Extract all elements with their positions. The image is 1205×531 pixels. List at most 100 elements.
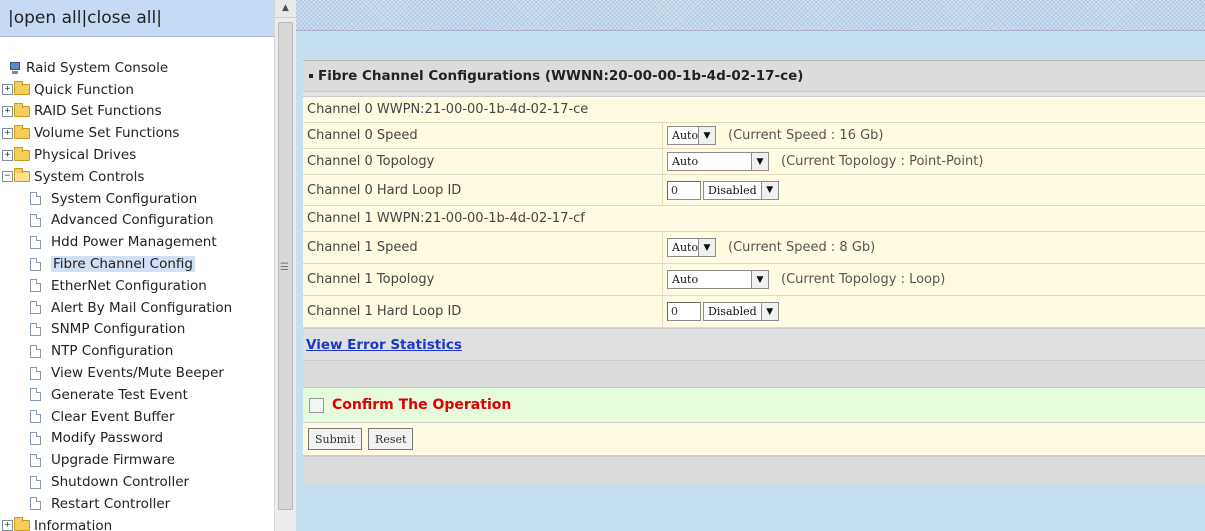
channel-1-topology-row: Channel 1 Topology Auto ▼ (Current Topolo… xyxy=(303,264,1205,296)
page-icon xyxy=(30,475,41,489)
panel-header: Fibre Channel Configurations (WWNN:20-00… xyxy=(303,60,1205,92)
view-error-statistics-link[interactable]: View Error Statistics xyxy=(306,337,462,353)
expand-icon[interactable]: + xyxy=(2,127,13,139)
page-icon xyxy=(30,344,41,358)
tree-item-generate-test-event[interactable]: Generate Test Event xyxy=(0,384,274,406)
channel-0-current-speed: (Current Speed : 16 Gb) xyxy=(728,128,884,143)
collapse-icon[interactable]: − xyxy=(2,171,13,183)
tree-folder-quick-function[interactable]: + Quick Function xyxy=(0,79,274,101)
tree-item-view-events[interactable]: View Events/Mute Beeper xyxy=(0,362,274,384)
channel-1-speed-row: Channel 1 Speed Auto ▼ (Current Speed : 8… xyxy=(303,232,1205,264)
tree-item-label: Hdd Power Management xyxy=(51,234,217,251)
tree-folder-information[interactable]: + Information xyxy=(0,515,274,531)
channel-1-loop-label: Channel 1 Hard Loop ID xyxy=(307,304,462,319)
confirm-checkbox[interactable] xyxy=(309,397,324,413)
tree-item-label: EtherNet Configuration xyxy=(51,277,207,294)
blank-gray-row xyxy=(303,360,1205,387)
channel-1-speed-select[interactable]: Auto ▼ xyxy=(667,238,716,257)
channel-1-current-topology: (Current Topology : Loop) xyxy=(781,272,946,287)
tree-item-shutdown-controller[interactable]: Shutdown Controller xyxy=(0,471,274,493)
tree-item-system-configuration[interactable]: System Configuration xyxy=(0,188,274,210)
tree-item-clear-event-buffer[interactable]: Clear Event Buffer xyxy=(0,406,274,428)
tree-item-alert-by-mail-configuration[interactable]: Alert By Mail Configuration xyxy=(0,297,274,319)
reset-button[interactable]: Reset xyxy=(368,428,414,450)
tree-item-advanced-configuration[interactable]: Advanced Configuration xyxy=(0,210,274,232)
select-value: Disabled xyxy=(708,183,757,197)
dropdown-arrow-icon: ▼ xyxy=(698,127,715,144)
channel-0-wwpn: Channel 0 WWPN:21-00-00-1b-4d-02-17-ce xyxy=(307,102,589,117)
page-icon xyxy=(30,235,41,249)
channel-0-topology-row: Channel 0 Topology Auto ▼ (Current Topolo… xyxy=(303,149,1205,175)
submit-button[interactable]: Submit xyxy=(308,428,363,450)
dropdown-arrow-icon: ▼ xyxy=(698,239,715,256)
folder-icon xyxy=(14,81,30,96)
tree-root-label: Raid System Console xyxy=(26,59,169,76)
tree-folder-label: Volume Set Functions xyxy=(34,125,180,142)
page-icon xyxy=(30,301,41,315)
channel-1-wwpn-row: Channel 1 WWPN:21-00-00-1b-4d-02-17-cf xyxy=(303,206,1205,232)
tree-item-label: NTP Configuration xyxy=(51,343,174,360)
tree-folder-physical-drives[interactable]: + Physical Drives xyxy=(0,144,274,166)
tree-root[interactable]: Raid System Console xyxy=(0,57,274,79)
dropdown-arrow-icon: ▼ xyxy=(760,303,778,320)
channel-0-speed-select[interactable]: Auto ▼ xyxy=(667,126,716,145)
tree-toolbar: | open all | close all | xyxy=(0,0,274,37)
channel-0-current-topology: (Current Topology : Point-Point) xyxy=(781,154,984,169)
content-frame: Fibre Channel Configurations (WWNN:20-00… xyxy=(296,0,1205,531)
scroll-grip-icon: ☰ xyxy=(280,262,289,273)
channel-0-topology-select[interactable]: Auto ▼ xyxy=(667,152,769,171)
button-row: Submit Reset xyxy=(303,423,1205,456)
open-all-link[interactable]: open all xyxy=(14,8,82,28)
page-icon xyxy=(30,431,41,445)
tree-item-snmp-configuration[interactable]: SNMP Configuration xyxy=(0,319,274,341)
tree-item-ethernet-configuration[interactable]: EtherNet Configuration xyxy=(0,275,274,297)
tree-folder-volume-set-functions[interactable]: + Volume Set Functions xyxy=(0,122,274,144)
channel-1-topology-select[interactable]: Auto ▼ xyxy=(667,270,769,289)
page-icon xyxy=(30,279,41,293)
open-folder-icon xyxy=(14,168,30,183)
tree-item-modify-password[interactable]: Modify Password xyxy=(0,428,274,450)
channel-0-speed-row: Channel 0 Speed Auto ▼ (Current Speed : 1… xyxy=(303,123,1205,149)
page-icon xyxy=(30,497,41,511)
expand-icon[interactable]: + xyxy=(2,149,13,161)
folder-icon xyxy=(14,124,30,139)
tree-item-label: Upgrade Firmware xyxy=(51,452,175,469)
channel-0-topology-label: Channel 0 Topology xyxy=(307,154,435,169)
dropdown-arrow-icon: ▼ xyxy=(751,153,768,170)
tree-item-fibre-channel-config[interactable]: Fibre Channel Config xyxy=(0,253,274,275)
tree-folder-system-controls[interactable]: − System Controls xyxy=(0,166,274,188)
expand-icon[interactable]: + xyxy=(2,84,13,96)
page-icon xyxy=(30,388,41,402)
bullet-icon xyxy=(309,74,313,78)
select-value: Auto xyxy=(672,241,699,254)
channel-1-wwpn: Channel 1 WWPN:21-00-00-1b-4d-02-17-cf xyxy=(307,211,585,226)
close-all-link[interactable]: close all xyxy=(87,8,156,28)
tree-folder-raid-set-functions[interactable]: + RAID Set Functions xyxy=(0,101,274,123)
channel-0-loop-id-input[interactable]: 0 xyxy=(667,180,701,200)
tree-item-hdd-power-management[interactable]: Hdd Power Management xyxy=(0,231,274,253)
tree-folder-label: Physical Drives xyxy=(34,147,137,164)
tree-item-ntp-configuration[interactable]: NTP Configuration xyxy=(0,340,274,362)
page-icon xyxy=(30,213,41,227)
dropdown-arrow-icon: ▼ xyxy=(760,181,778,199)
page-icon xyxy=(30,322,41,336)
channel-1-topology-label: Channel 1 Topology xyxy=(307,272,435,287)
channel-1-loop-id-input[interactable]: 0 xyxy=(667,302,701,321)
tree-item-label: Restart Controller xyxy=(51,495,171,512)
page-icon xyxy=(30,192,41,206)
expand-icon[interactable]: + xyxy=(2,520,13,531)
tree-folder-label: System Controls xyxy=(34,168,145,185)
scroll-up-arrow-icon[interactable]: ▲ xyxy=(275,0,296,18)
folder-icon xyxy=(14,517,30,531)
tree-item-label: Shutdown Controller xyxy=(51,474,190,491)
expand-icon[interactable]: + xyxy=(2,105,13,117)
tree-item-upgrade-firmware[interactable]: Upgrade Firmware xyxy=(0,449,274,471)
tree-item-label: View Events/Mute Beeper xyxy=(51,365,224,382)
channel-1-loop-select[interactable]: Disabled ▼ xyxy=(703,302,779,321)
folder-icon xyxy=(14,146,30,161)
tree-scrollbar[interactable]: ▲ ☰ xyxy=(274,0,296,531)
computer-icon xyxy=(8,61,22,75)
tree-item-restart-controller[interactable]: Restart Controller xyxy=(0,493,274,515)
channel-0-loop-label: Channel 0 Hard Loop ID xyxy=(307,182,462,198)
channel-0-loop-select[interactable]: Disabled ▼ xyxy=(703,180,779,200)
